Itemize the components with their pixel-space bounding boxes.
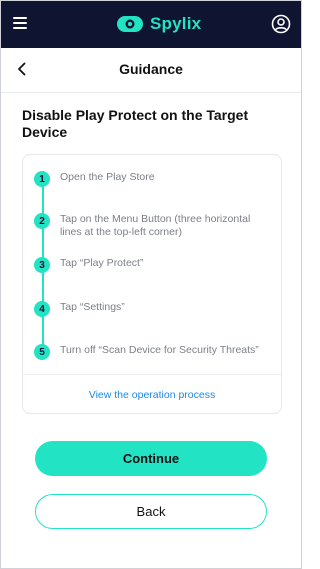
- step-text: Open the Play Store: [60, 171, 155, 183]
- step-item: 3 Tap “Play Protect”: [34, 257, 274, 273]
- section-title: Disable Play Protect on the Target Devic…: [22, 107, 249, 140]
- step-number: 2: [34, 213, 50, 229]
- hamburger-icon[interactable]: [13, 17, 29, 31]
- step-item: 5 Turn off “Scan Device for Security Thr…: [34, 344, 274, 360]
- step-item: 1 Open the Play Store: [34, 171, 274, 187]
- user-circle-icon[interactable]: [271, 14, 291, 34]
- continue-button[interactable]: Continue: [35, 441, 267, 476]
- back-button[interactable]: Back: [35, 494, 267, 529]
- brand-name: Spylix: [150, 14, 202, 33]
- step-item: 4 Tap “Settings”: [34, 301, 274, 317]
- step-text: Tap on the Menu Button (three horizontal…: [60, 213, 251, 238]
- spylix-logo-icon: [117, 16, 143, 32]
- step-text: Tap “Play Protect”: [60, 257, 144, 269]
- step-number: 3: [34, 257, 50, 273]
- top-app-bar: Spylix: [1, 1, 301, 48]
- view-operation-process-link[interactable]: View the operation process: [23, 389, 281, 401]
- screen: Spylix Guidance Disable Play Protect on …: [0, 0, 302, 569]
- page-title: Guidance: [119, 61, 183, 77]
- step-number: 4: [34, 301, 50, 317]
- step-number: 5: [34, 344, 50, 360]
- step-text: Turn off “Scan Device for Security Threa…: [60, 344, 259, 356]
- step-item: 2 Tap on the Menu Button (three horizont…: [34, 213, 274, 239]
- card-divider: [23, 374, 281, 375]
- page-header: Guidance: [1, 48, 301, 93]
- brand: Spylix: [116, 12, 201, 36]
- step-number: 1: [34, 171, 50, 187]
- steps-card: 1 Open the Play Store 2 Tap on the Menu …: [22, 154, 282, 414]
- step-text: Tap “Settings”: [60, 301, 125, 313]
